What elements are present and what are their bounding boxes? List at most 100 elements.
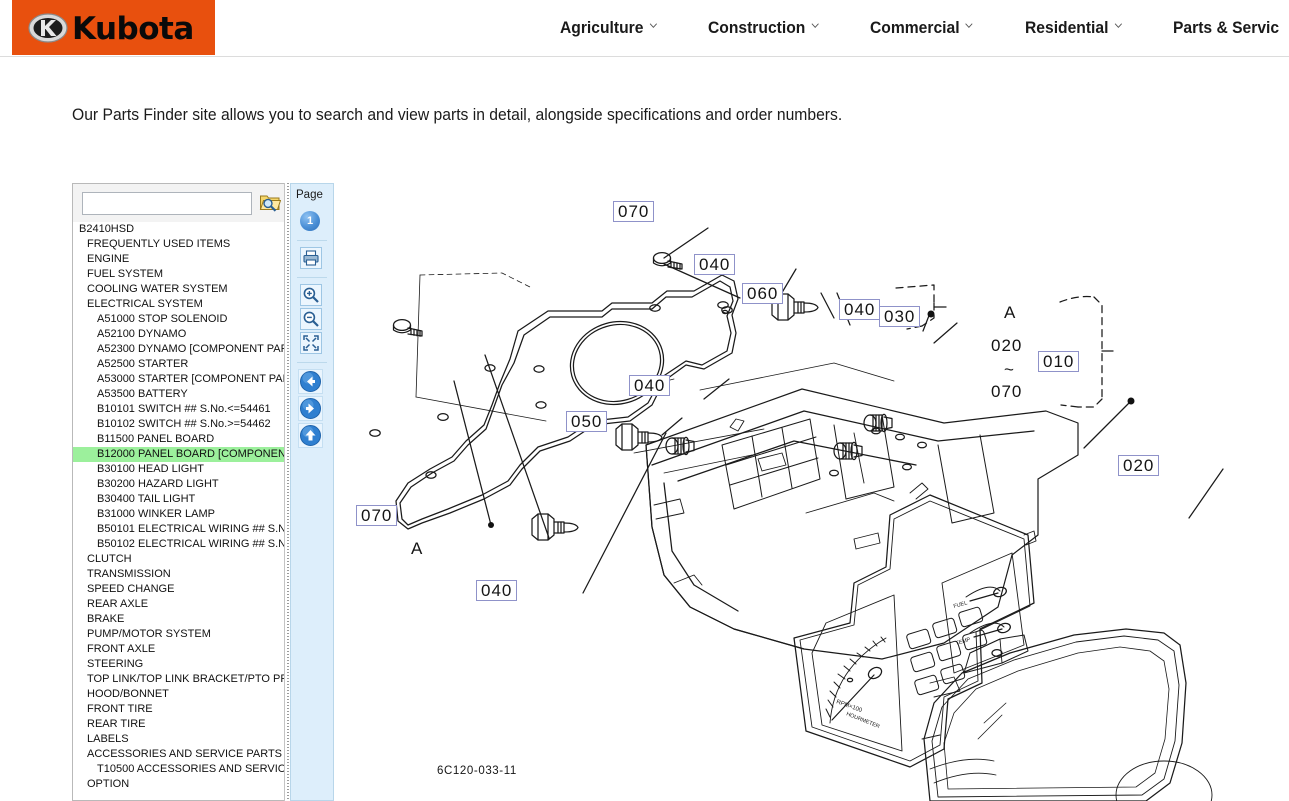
zoom-out-button[interactable]	[300, 308, 322, 330]
up-level-button[interactable]	[298, 423, 323, 448]
zoom-in-button[interactable]	[300, 284, 322, 306]
tree-node[interactable]: B30200 HAZARD LIGHT	[73, 477, 285, 492]
tree-node-selected[interactable]: B12000 PANEL BOARD [COMPONENT	[73, 447, 285, 462]
next-page-button[interactable]	[298, 396, 323, 421]
site-header: Kubota Agriculture Construction Commerci…	[0, 0, 1289, 57]
tree-node[interactable]: COOLING WATER SYSTEM	[73, 282, 285, 297]
folder-search-icon[interactable]	[259, 191, 282, 213]
diagram-text-label: 020	[991, 336, 1023, 355]
chevron-down-icon	[649, 21, 657, 30]
tree-node[interactable]: PUMP/MOTOR SYSTEM	[73, 627, 285, 642]
part-callout-030-4[interactable]: 030	[879, 306, 921, 327]
tree-node[interactable]: A52500 STARTER	[73, 357, 285, 372]
chevron-down-icon	[1114, 21, 1122, 30]
tree-node[interactable]: FREQUENTLY USED ITEMS	[73, 237, 285, 252]
arrow-up-icon	[299, 425, 322, 451]
arrow-right-icon	[299, 398, 322, 424]
tree-node[interactable]: TOP LINK/TOP LINK BRACKET/PTO PR	[73, 672, 285, 687]
tree-node[interactable]: ELECTRICAL SYSTEM	[73, 297, 285, 312]
intro-paragraph: Our Parts Finder site allows you to sear…	[72, 105, 843, 124]
tree-node[interactable]: A52100 DYNAMO	[73, 327, 285, 342]
nav-label: Commercial	[870, 17, 961, 37]
tree-node[interactable]: B50101 ELECTRICAL WIRING ## S.No.	[73, 522, 285, 537]
tree-node[interactable]: LABELS	[73, 732, 285, 747]
tree-node[interactable]: REAR TIRE	[73, 717, 285, 732]
diagram-viewer[interactable]: RPM×100 HOURMETER FUEL TEMP 6C120-033-11	[334, 183, 1289, 801]
tree-node[interactable]: OPTION	[73, 777, 285, 792]
svg-text:TEMP: TEMP	[955, 637, 972, 647]
search-input[interactable]	[82, 192, 252, 215]
tree-node[interactable]: STEERING	[73, 657, 285, 672]
part-callout-040-1[interactable]: 040	[694, 254, 736, 275]
part-callout-060-2[interactable]: 060	[742, 283, 784, 304]
tree-node[interactable]: B2410HSD	[73, 222, 285, 237]
tree-node[interactable]: FUEL SYSTEM	[73, 267, 285, 282]
nav-label: Agriculture	[560, 17, 644, 37]
nav-item-parts-and-service[interactable]: Parts & Servic	[1173, 18, 1279, 38]
toolbar-divider	[297, 362, 327, 363]
page-toolbar: Page 1	[290, 183, 334, 801]
tree-node[interactable]: HOOD/BONNET	[73, 687, 285, 702]
drawing-number-label: 6C120-033-11	[437, 765, 517, 777]
tree-node[interactable]: B50102 ELECTRICAL WIRING ## S.No.	[73, 537, 285, 552]
tree-node[interactable]: REAR AXLE	[73, 597, 285, 612]
nav-label: Residential	[1024, 17, 1109, 37]
diagram-text-label: ~	[1004, 360, 1015, 379]
tree-node[interactable]: FRONT TIRE	[73, 702, 285, 717]
tree-node[interactable]: B11500 PANEL BOARD	[73, 432, 285, 447]
tree-node[interactable]: ENGINE	[73, 252, 285, 267]
parts-finder-app: B2410HSD FREQUENTLY USED ITEMS ENGINE FUEL …	[72, 183, 1289, 801]
tree-node[interactable]: T10500 ACCESSORIES AND SERVICE	[73, 762, 285, 777]
arrow-left-icon	[299, 371, 322, 397]
svg-text:HOURMETER: HOURMETER	[845, 711, 880, 730]
parts-tree-list[interactable]: B2410HSD FREQUENTLY USED ITEMS ENGINE FUEL …	[73, 222, 285, 800]
part-callout-050-7[interactable]: 050	[566, 411, 608, 432]
brand-wordmark: Kubota	[72, 11, 194, 47]
main-navigation: Agriculture Construction Commercial Resi…	[560, 0, 1288, 55]
nav-item-commercial[interactable]: Commercial	[870, 17, 974, 38]
nav-item-agriculture[interactable]: Agriculture	[560, 18, 657, 38]
tree-node[interactable]: CLUTCH	[73, 552, 285, 567]
fit-screen-button[interactable]	[300, 332, 322, 354]
tree-node[interactable]: SPEED CHANGE	[73, 582, 285, 597]
tree-node[interactable]: TRANSMISSION	[73, 567, 285, 582]
part-callout-070-0[interactable]: 070	[613, 201, 655, 222]
tree-node[interactable]: B10102 SWITCH ## S.No.>=54462	[73, 417, 285, 432]
nav-label: Construction	[707, 17, 806, 37]
tree-node[interactable]: A51000 STOP SOLENOID	[73, 312, 285, 327]
page-number-badge[interactable]: 1	[300, 211, 320, 231]
part-callout-040-10[interactable]: 040	[476, 580, 518, 601]
tree-node[interactable]: B10101 SWITCH ## S.No.<=54461	[73, 402, 285, 417]
diagram-text-label: A	[1004, 303, 1017, 322]
kubota-brand-logo[interactable]: Kubota	[12, 0, 215, 55]
tree-node[interactable]: B31000 WINKER LAMP	[73, 507, 285, 522]
svg-text:FUEL: FUEL	[953, 600, 968, 610]
toolbar-title: Page	[296, 189, 323, 201]
tree-node[interactable]: B30400 TAIL LIGHT	[73, 492, 285, 507]
tree-node[interactable]: B30100 HEAD LIGHT	[73, 462, 285, 477]
part-callout-010-5[interactable]: 010	[1038, 351, 1080, 372]
tree-search-row	[73, 184, 285, 222]
part-callout-070-9[interactable]: 070	[356, 505, 398, 526]
nav-item-residential[interactable]: Residential	[1025, 18, 1122, 38]
diagram-text-label: A	[411, 539, 424, 558]
print-button[interactable]	[300, 247, 322, 269]
tree-node[interactable]: ACCESSORIES AND SERVICE PARTS	[73, 747, 285, 762]
tree-node[interactable]: A53500 BATTERY	[73, 387, 285, 402]
diagram-text-label: 070	[991, 382, 1023, 401]
nav-item-construction[interactable]: Construction	[708, 18, 819, 38]
tree-node[interactable]: BRAKE	[73, 612, 285, 627]
part-callout-040-3[interactable]: 040	[839, 299, 881, 320]
tree-node[interactable]: FRONT AXLE	[73, 642, 285, 657]
previous-page-button[interactable]	[298, 369, 323, 394]
toolbar-divider	[297, 240, 327, 241]
exploded-parts-drawing: RPM×100 HOURMETER FUEL TEMP	[365, 227, 1224, 801]
tree-node[interactable]: A53000 STARTER [COMPONENT PART	[73, 372, 285, 387]
tree-node[interactable]: A52300 DYNAMO [COMPONENT PART	[73, 342, 285, 357]
chevron-down-icon	[966, 21, 974, 30]
part-callout-040-6[interactable]: 040	[629, 375, 671, 396]
part-callout-020-8[interactable]: 020	[1118, 455, 1160, 476]
nav-label: Parts & Servic	[1172, 17, 1279, 37]
kubota-emblem-icon	[28, 8, 68, 48]
toolbar-divider	[297, 277, 327, 278]
